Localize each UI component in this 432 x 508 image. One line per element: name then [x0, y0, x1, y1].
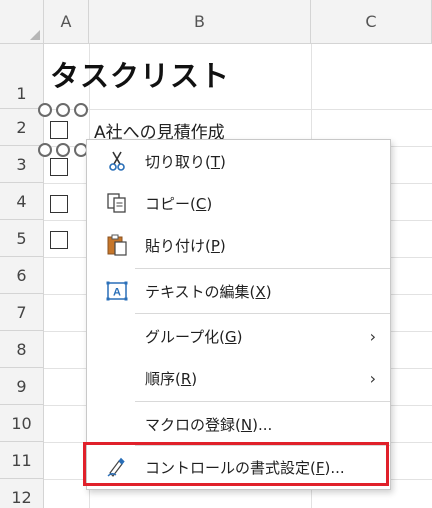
row-header-6[interactable]: 6 — [0, 257, 44, 294]
resize-handle[interactable] — [38, 143, 52, 157]
menu-item-label: テキストの編集(X) — [145, 282, 272, 301]
context-menu: 切り取り(T) コピー(C) 貼り付け(P) A テキストの編集(X) グループ… — [86, 139, 391, 490]
row-header-1[interactable]: 1 — [0, 44, 44, 109]
scissors-icon — [105, 149, 129, 173]
menu-item-label: コピー(C) — [145, 194, 213, 213]
menu-separator — [135, 313, 390, 314]
resize-handle[interactable] — [56, 103, 70, 117]
task-checkbox[interactable] — [50, 231, 68, 249]
row-header-4[interactable]: 4 — [0, 183, 44, 220]
menu-item-edit-text[interactable]: A テキストの編集(X) — [87, 271, 390, 311]
gridline — [44, 109, 432, 110]
row-header-10[interactable]: 10 — [0, 405, 44, 442]
resize-handle[interactable] — [56, 143, 70, 157]
row-header-5[interactable]: 5 — [0, 220, 44, 257]
submenu-arrow-icon: › — [369, 326, 376, 346]
paste-icon — [105, 233, 129, 257]
menu-item-label: 貼り付け(P) — [145, 236, 226, 255]
column-header-a[interactable]: A — [44, 0, 89, 44]
select-all-corner[interactable] — [0, 0, 44, 44]
menu-item-cut[interactable]: 切り取り(T) — [87, 141, 390, 181]
task-checkbox[interactable] — [50, 195, 68, 213]
menu-separator — [135, 268, 390, 269]
svg-text:A: A — [113, 287, 121, 299]
task-checkbox[interactable] — [50, 158, 68, 176]
menu-item-label: 順序(R) — [145, 369, 198, 388]
row-header-9[interactable]: 9 — [0, 368, 44, 405]
row-header-7[interactable]: 7 — [0, 294, 44, 331]
row-header-8[interactable]: 8 — [0, 331, 44, 368]
resize-handle[interactable] — [74, 103, 88, 117]
menu-item-assign-macro[interactable]: マクロの登録(N)... — [87, 404, 390, 444]
menu-item-label: マクロの登録(N)... — [145, 415, 273, 434]
column-header-b[interactable]: B — [89, 0, 311, 44]
menu-item-copy[interactable]: コピー(C) — [87, 183, 390, 223]
row-number: 1 — [16, 83, 27, 103]
resize-handle[interactable] — [38, 103, 52, 117]
copy-icon — [105, 191, 129, 215]
row-header-11[interactable]: 11 — [0, 442, 44, 479]
menu-separator — [135, 401, 390, 402]
highlight-box — [83, 442, 389, 486]
menu-item-group[interactable]: グループ化(G) › — [87, 316, 390, 356]
column-header-c[interactable]: C — [311, 0, 432, 44]
edit-text-icon: A — [105, 279, 129, 303]
menu-item-paste[interactable]: 貼り付け(P) — [87, 225, 390, 265]
menu-item-label: 切り取り(T) — [145, 152, 226, 171]
select-all-triangle-icon — [30, 30, 40, 40]
menu-item-label: グループ化(G) — [145, 327, 243, 346]
submenu-arrow-icon: › — [369, 368, 376, 388]
menu-item-order[interactable]: 順序(R) › — [87, 358, 390, 398]
row-header-12[interactable]: 12 — [0, 479, 44, 508]
sheet-title[interactable]: タスクリスト — [50, 53, 230, 95]
